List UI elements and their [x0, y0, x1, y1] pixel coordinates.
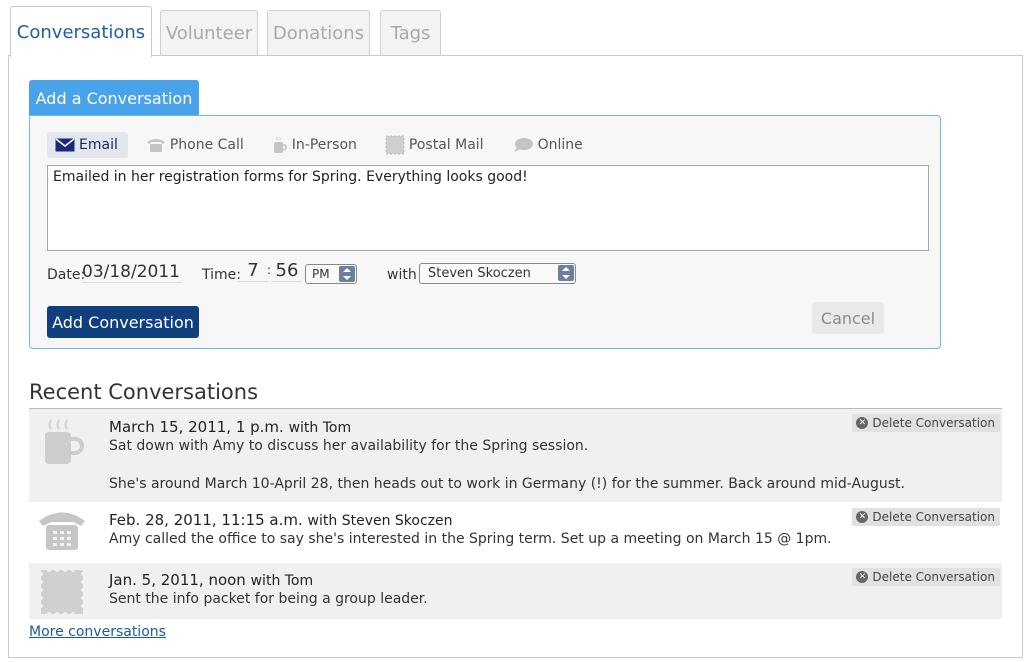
- conversation-item: Jan. 5, 2011, noon with Tom Sent the inf…: [29, 563, 1002, 619]
- conversation-header: Feb. 28, 2011, 11:15 a.m. with Steven Sk…: [109, 511, 453, 529]
- add-conversation-header: Add a Conversation: [29, 80, 199, 116]
- select-stepper-icon: [558, 265, 574, 281]
- tab-conversations[interactable]: Conversations: [10, 6, 152, 57]
- delete-conversation-label: Delete Conversation: [872, 570, 995, 584]
- with-person-value: Steven Skoczen: [428, 266, 531, 281]
- conversation-text: Sat down with Amy to discuss her availab…: [109, 438, 589, 454]
- ampm-value: PM: [312, 267, 330, 281]
- tab-tags[interactable]: Tags: [380, 10, 441, 56]
- with-person-select[interactable]: Steven Skoczen: [419, 263, 576, 284]
- type-online[interactable]: Online: [504, 132, 593, 158]
- tab-volunteer[interactable]: Volunteer: [160, 10, 258, 56]
- telephone-icon: [146, 137, 166, 153]
- telephone-icon: [37, 508, 87, 556]
- conversation-date: Feb. 28, 2011, 11:15 a.m.: [109, 511, 303, 529]
- speech-bubble-icon: [512, 137, 534, 153]
- type-phone-call[interactable]: Phone Call: [138, 132, 254, 158]
- conversation-text: Amy called the office to say she's inter…: [109, 531, 832, 547]
- delete-conversation-button[interactable]: ✕ Delete Conversation: [852, 568, 1000, 586]
- conversation-notes-input[interactable]: Emailed in her registration forms for Sp…: [47, 165, 929, 251]
- close-icon: ✕: [856, 571, 869, 583]
- select-stepper-icon: [339, 266, 355, 282]
- conversation-with: with Tom: [250, 573, 314, 589]
- conversation-date: Jan. 5, 2011, noon: [109, 571, 246, 589]
- type-email-label: Email: [79, 137, 118, 153]
- conversation-date: March 15, 2011, 1 p.m.: [109, 418, 284, 436]
- time-separator: :: [267, 263, 272, 277]
- coffee-cup-icon: [272, 136, 288, 154]
- delete-conversation-button[interactable]: ✕ Delete Conversation: [852, 508, 1000, 526]
- delete-conversation-label: Delete Conversation: [872, 510, 995, 524]
- conversation-text: She's around March 10-April 28, then hea…: [109, 476, 905, 492]
- conversation-type-selector: Email Phone Call In-Person Postal Mail O…: [47, 132, 603, 158]
- conversation-with: with Tom: [288, 420, 352, 436]
- conversation-header: Jan. 5, 2011, noon with Tom: [109, 571, 313, 589]
- conversation-item: March 15, 2011, 1 p.m. with Tom Sat down…: [29, 409, 1002, 502]
- add-conversation-button[interactable]: Add Conversation: [47, 306, 199, 338]
- conversation-with: with Steven Skoczen: [307, 513, 453, 529]
- type-in-person[interactable]: In-Person: [264, 132, 367, 158]
- cancel-button[interactable]: Cancel: [812, 302, 884, 334]
- postage-stamp-icon: [385, 135, 405, 155]
- envelope-icon: [55, 138, 75, 152]
- conversation-item: Feb. 28, 2011, 11:15 a.m. with Steven Sk…: [29, 502, 1002, 562]
- more-conversations-link[interactable]: More conversations: [29, 624, 166, 640]
- delete-conversation-button[interactable]: ✕ Delete Conversation: [852, 414, 1000, 432]
- delete-conversation-label: Delete Conversation: [872, 416, 995, 430]
- conversation-text: Sent the info packet for being a group l…: [109, 591, 428, 607]
- date-label: Date:: [47, 267, 86, 283]
- time-label: Time:: [202, 267, 241, 283]
- with-label: with: [387, 267, 417, 283]
- close-icon: ✕: [856, 417, 869, 429]
- tab-donations[interactable]: Donations: [267, 10, 370, 56]
- ampm-select[interactable]: PM: [305, 264, 357, 284]
- type-in-person-label: In-Person: [291, 137, 357, 153]
- date-input[interactable]: 03/18/2011: [82, 262, 182, 283]
- conversation-header: March 15, 2011, 1 p.m. with Tom: [109, 418, 351, 436]
- close-icon: ✕: [856, 511, 869, 523]
- coffee-cup-icon: [37, 417, 87, 471]
- conversations-panel: Add a Conversation Email Phone Call In-P…: [8, 55, 1023, 658]
- recent-conversations-title: Recent Conversations: [29, 380, 259, 404]
- minute-input[interactable]: 56: [272, 260, 302, 282]
- type-phone-call-label: Phone Call: [169, 137, 244, 153]
- add-conversation-form: Email Phone Call In-Person Postal Mail O…: [29, 115, 941, 349]
- hour-input[interactable]: 7: [238, 260, 268, 282]
- type-postal-mail[interactable]: Postal Mail: [377, 132, 494, 158]
- postage-stamp-icon: [37, 566, 87, 622]
- type-online-label: Online: [537, 137, 583, 153]
- type-email[interactable]: Email: [47, 132, 128, 158]
- type-postal-mail-label: Postal Mail: [408, 137, 484, 153]
